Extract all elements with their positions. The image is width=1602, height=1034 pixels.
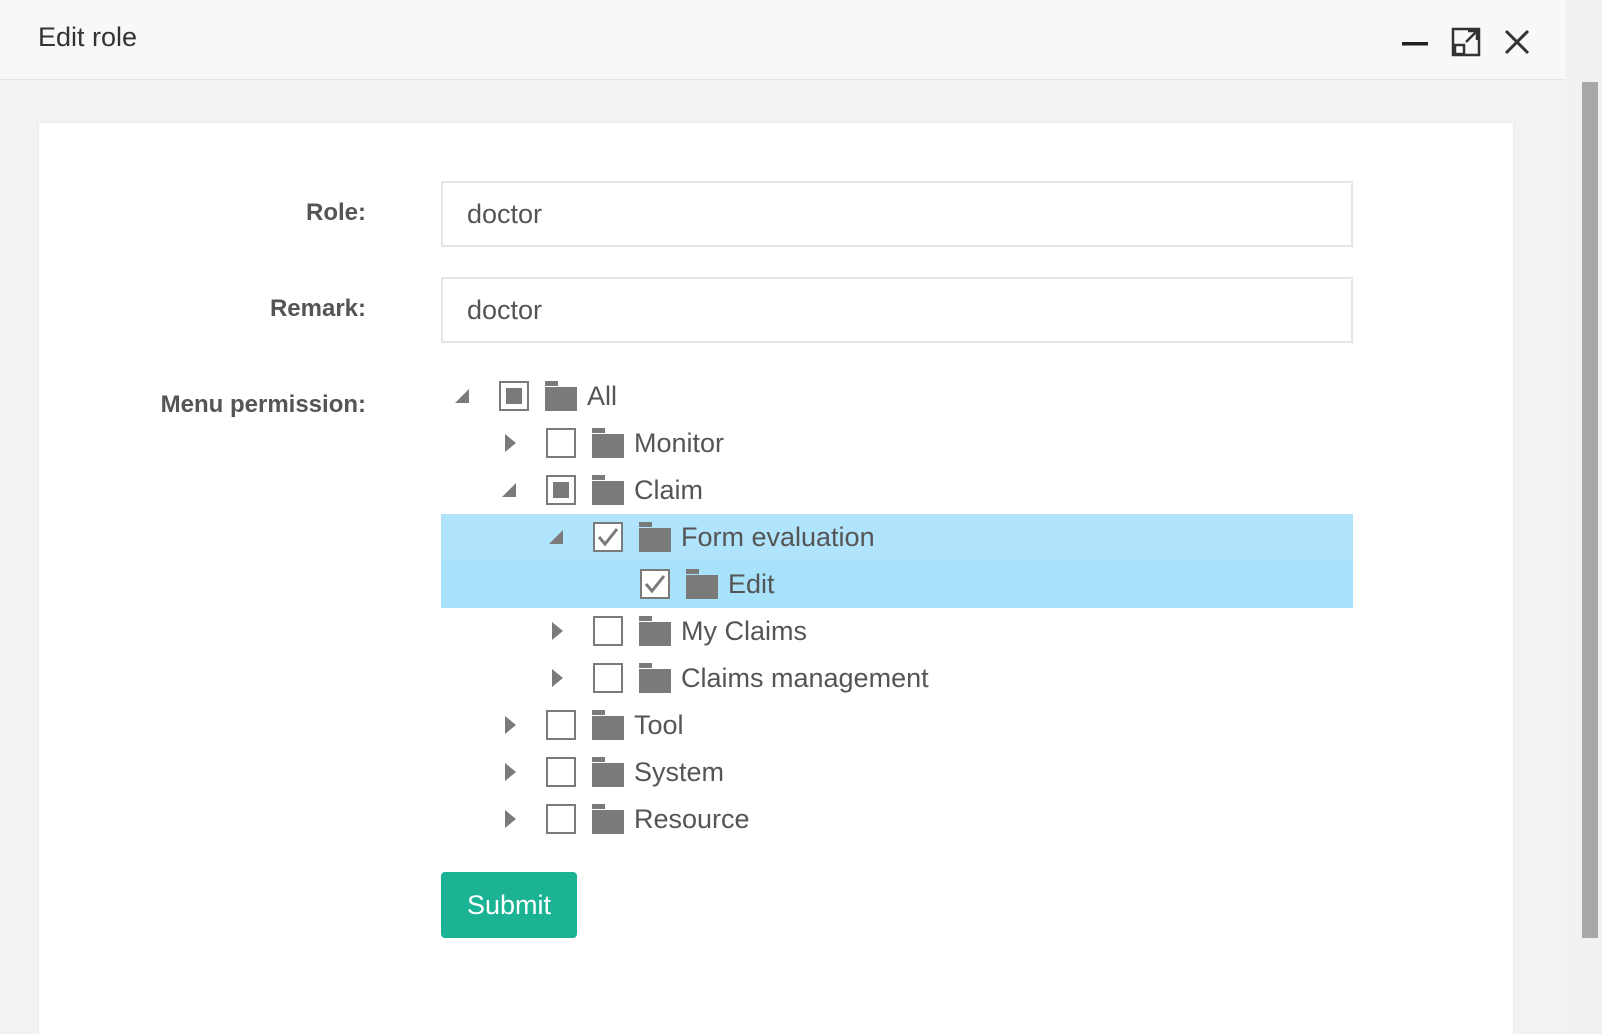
tree-label[interactable]: Claim bbox=[634, 475, 703, 506]
remark-label: Remark: bbox=[269, 295, 366, 322]
folder-icon bbox=[592, 757, 624, 787]
remark-input[interactable] bbox=[441, 277, 1353, 343]
menu-permission-label: Menu permission: bbox=[160, 391, 366, 418]
tree-checkbox[interactable] bbox=[546, 428, 576, 458]
tree-checkbox[interactable] bbox=[546, 710, 576, 740]
dialog-title: Edit role bbox=[38, 22, 138, 52]
tree-label[interactable]: Form evaluation bbox=[681, 522, 875, 553]
tree-label[interactable]: Edit bbox=[728, 569, 775, 600]
tree-node-my-claims: My Claims bbox=[441, 608, 1353, 655]
tree-checkbox-checked[interactable] bbox=[593, 522, 623, 552]
tree-node-resource: Resource bbox=[441, 796, 1353, 843]
scrollbar-thumb[interactable] bbox=[1582, 82, 1598, 938]
role-label: Role: bbox=[306, 199, 366, 226]
expanded-triangle-icon[interactable] bbox=[543, 524, 569, 550]
collapsed-triangle-icon[interactable] bbox=[497, 430, 523, 456]
folder-icon bbox=[639, 663, 671, 693]
collapsed-triangle-icon[interactable] bbox=[497, 712, 523, 738]
collapsed-triangle-icon[interactable] bbox=[497, 806, 523, 832]
tree-label[interactable]: Monitor bbox=[634, 428, 724, 459]
folder-icon bbox=[686, 569, 718, 599]
collapsed-triangle-icon[interactable] bbox=[544, 618, 570, 644]
tree-node-all: All bbox=[441, 373, 1353, 420]
folder-icon bbox=[592, 804, 624, 834]
tree-label[interactable]: My Claims bbox=[681, 616, 807, 647]
submit-button[interactable]: Submit bbox=[441, 872, 577, 938]
scrollbar[interactable] bbox=[1566, 0, 1602, 1034]
maximize-icon[interactable] bbox=[1446, 22, 1486, 62]
role-input[interactable] bbox=[441, 181, 1353, 247]
tree-checkbox-partial[interactable] bbox=[499, 381, 529, 411]
tree-checkbox[interactable] bbox=[546, 757, 576, 787]
dialog-header: Edit role bbox=[0, 0, 1566, 80]
tree-label[interactable]: Claims management bbox=[681, 663, 929, 694]
tree-node-monitor: Monitor bbox=[441, 420, 1353, 467]
collapsed-triangle-icon[interactable] bbox=[544, 665, 570, 691]
folder-icon bbox=[592, 428, 624, 458]
tree-checkbox[interactable] bbox=[593, 663, 623, 693]
expanded-triangle-icon[interactable] bbox=[496, 477, 522, 503]
tree-node-edit: Edit bbox=[441, 561, 1353, 608]
tree-node-system: System bbox=[441, 749, 1353, 796]
expanded-triangle-icon[interactable] bbox=[449, 383, 475, 409]
close-icon[interactable] bbox=[1497, 22, 1537, 62]
tree-label[interactable]: System bbox=[634, 757, 724, 788]
tree-node-claims-management: Claims management bbox=[441, 655, 1353, 702]
tree-checkbox[interactable] bbox=[593, 616, 623, 646]
tree-label[interactable]: Resource bbox=[634, 804, 750, 835]
folder-icon bbox=[592, 475, 624, 505]
tree-checkbox[interactable] bbox=[546, 804, 576, 834]
tree-node-form-evaluation: Form evaluation bbox=[441, 514, 1353, 561]
tree-checkbox-checked[interactable] bbox=[640, 569, 670, 599]
collapsed-triangle-icon[interactable] bbox=[497, 759, 523, 785]
folder-icon bbox=[639, 616, 671, 646]
minimize-icon[interactable] bbox=[1394, 22, 1434, 62]
tree-node-claim: Claim bbox=[441, 467, 1353, 514]
folder-icon bbox=[592, 710, 624, 740]
tree-node-tool: Tool bbox=[441, 702, 1353, 749]
folder-icon bbox=[545, 381, 577, 411]
tree-label[interactable]: All bbox=[587, 381, 617, 412]
tree-checkbox-partial[interactable] bbox=[546, 475, 576, 505]
tree-label[interactable]: Tool bbox=[634, 710, 684, 741]
folder-icon bbox=[639, 522, 671, 552]
